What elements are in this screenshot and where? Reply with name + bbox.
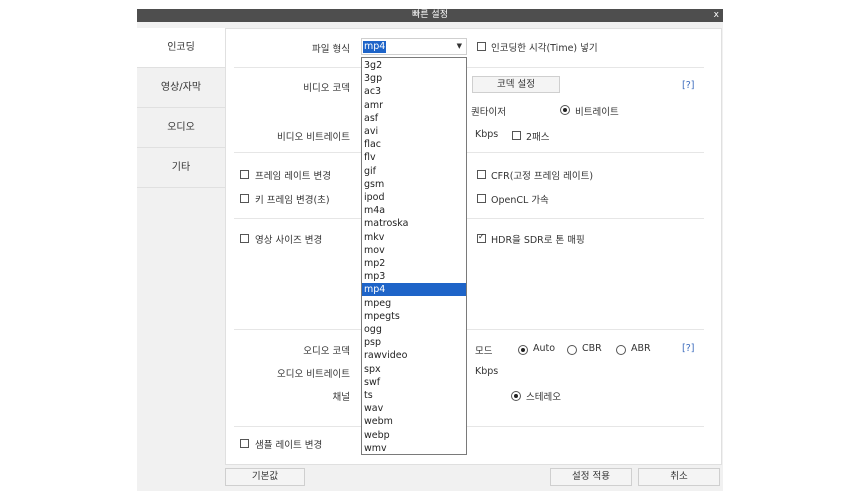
dropdown-option[interactable]: spx: [362, 363, 466, 376]
dropdown-option[interactable]: swf: [362, 376, 466, 389]
quick-settings-dialog: 빠른 설정 x 인코딩 영상/자막 오디오 기타 파일 형식 mp4 ▼ 인코딩…: [137, 9, 723, 491]
audio-help-link[interactable]: [?]: [682, 343, 694, 354]
frame-rate-checkbox[interactable]: [240, 170, 249, 179]
dialog-title: 빠른 설정: [412, 10, 448, 20]
dropdown-option[interactable]: wmv: [362, 442, 466, 455]
close-icon[interactable]: x: [714, 9, 719, 22]
sidebar: 인코딩 영상/자막 오디오 기타: [137, 22, 225, 491]
dropdown-option[interactable]: 3g2: [362, 59, 466, 72]
two-pass-label: 2패스: [526, 132, 550, 143]
dropdown-option[interactable]: mp2: [362, 257, 466, 270]
dropdown-option[interactable]: ogg: [362, 323, 466, 336]
file-format-dropdown-list[interactable]: 3g2 3gp ac3 amr asf avi flac flv gif gsm ipod m4a ma…: [361, 57, 467, 455]
keyframe-label: 키 프레임 변경(초): [255, 195, 330, 206]
codec-settings-button[interactable]: 코덱 설정: [472, 76, 560, 93]
cancel-button[interactable]: 취소: [638, 468, 720, 486]
dropdown-option[interactable]: amr: [362, 99, 466, 112]
quantizer-label: 퀀타이저: [471, 107, 506, 118]
cfr-label: CFR(고정 프레임 레이트): [491, 171, 594, 182]
dropdown-option[interactable]: wav: [362, 402, 466, 415]
opencl-checkbox[interactable]: [477, 194, 486, 203]
dropdown-option[interactable]: 3gp: [362, 72, 466, 85]
bitrate-radio[interactable]: [560, 105, 570, 115]
sidebar-item-encoding[interactable]: 인코딩: [137, 28, 225, 68]
audio-mode-abr-radio[interactable]: [616, 345, 626, 355]
sidebar-item-audio[interactable]: 오디오: [137, 108, 225, 148]
video-codec-label: 비디오 코덱: [303, 83, 350, 94]
audio-mode-label: 모드: [475, 346, 493, 357]
dropdown-option[interactable]: mp4: [362, 283, 466, 297]
apply-settings-button[interactable]: 설정 적용: [550, 468, 632, 486]
channel-label: 채널: [332, 392, 350, 403]
dropdown-option[interactable]: mkv: [362, 231, 466, 244]
audio-mode-cbr-label: CBR: [582, 343, 602, 354]
file-format-select[interactable]: mp4 ▼: [361, 38, 467, 55]
default-button[interactable]: 기본값: [225, 468, 305, 486]
hdr-sdr-label: HDR을 SDR로 톤 매핑: [491, 235, 585, 246]
dropdown-option[interactable]: asf: [362, 112, 466, 125]
dropdown-option[interactable]: gif: [362, 165, 466, 178]
sample-rate-checkbox[interactable]: [240, 439, 249, 448]
encode-time-label: 인코딩한 시각(Time) 넣기: [491, 43, 598, 54]
sidebar-item-video-subtitle[interactable]: 영상/자막: [137, 68, 225, 108]
dropdown-option[interactable]: webp: [362, 429, 466, 442]
divider: [234, 426, 704, 427]
dropdown-option[interactable]: matroska: [362, 217, 466, 230]
keyframe-checkbox[interactable]: [240, 194, 249, 203]
video-help-link[interactable]: [?]: [682, 80, 694, 91]
bitrate-mode-label: 비트레이트: [575, 107, 619, 118]
divider: [234, 152, 704, 153]
file-format-value: mp4: [363, 41, 387, 53]
dropdown-option[interactable]: gsm: [362, 178, 466, 191]
dropdown-option[interactable]: mpegts: [362, 310, 466, 323]
dropdown-option[interactable]: mpeg: [362, 297, 466, 310]
audio-bitrate-label: 오디오 비트레이트: [277, 369, 350, 380]
dropdown-option[interactable]: psp: [362, 336, 466, 349]
dropdown-option[interactable]: avi: [362, 125, 466, 138]
title-bar: 빠른 설정 x: [137, 9, 723, 22]
hdr-sdr-checkbox[interactable]: [477, 232, 486, 243]
dropdown-option[interactable]: flv: [362, 151, 466, 164]
frame-rate-label: 프레임 레이트 변경: [255, 171, 331, 182]
resize-label: 영상 사이즈 변경: [255, 235, 323, 246]
encode-time-checkbox[interactable]: [477, 42, 486, 51]
settings-panel: 파일 형식 mp4 ▼ 인코딩한 시각(Time) 넣기 비디오 코덱 코덱 설…: [225, 28, 722, 465]
dropdown-option[interactable]: mov: [362, 244, 466, 257]
audio-codec-label: 오디오 코덱: [303, 346, 350, 357]
sample-rate-label: 샘플 레이트 변경: [255, 440, 323, 451]
resize-checkbox[interactable]: [240, 234, 249, 243]
stereo-radio[interactable]: [511, 391, 521, 401]
dropdown-option[interactable]: m4a: [362, 204, 466, 217]
cfr-checkbox[interactable]: [477, 170, 486, 179]
divider: [234, 218, 704, 219]
dropdown-option[interactable]: ipod: [362, 191, 466, 204]
audio-mode-abr-label: ABR: [631, 343, 651, 354]
divider: [234, 67, 704, 68]
sidebar-item-etc[interactable]: 기타: [137, 148, 225, 188]
audio-kbps-label: Kbps: [475, 366, 499, 377]
two-pass-checkbox[interactable]: [512, 131, 521, 140]
file-format-label: 파일 형식: [312, 44, 350, 55]
divider: [234, 329, 704, 330]
audio-mode-auto-label: Auto: [533, 343, 556, 354]
dropdown-option[interactable]: ac3: [362, 85, 466, 98]
dropdown-option[interactable]: rawvideo: [362, 349, 466, 362]
video-bitrate-label: 비디오 비트레이트: [277, 132, 350, 143]
dropdown-option[interactable]: mp3: [362, 270, 466, 283]
dropdown-option[interactable]: ts: [362, 389, 466, 402]
audio-mode-cbr-radio[interactable]: [567, 345, 577, 355]
chevron-down-icon: ▼: [456, 42, 462, 50]
dropdown-option[interactable]: flac: [362, 138, 466, 151]
video-kbps-label: Kbps: [475, 129, 499, 140]
opencl-label: OpenCL 가속: [491, 195, 549, 206]
audio-mode-auto-radio[interactable]: [518, 345, 528, 355]
dropdown-option[interactable]: webm: [362, 415, 466, 428]
stereo-label: 스테레오: [526, 392, 561, 403]
